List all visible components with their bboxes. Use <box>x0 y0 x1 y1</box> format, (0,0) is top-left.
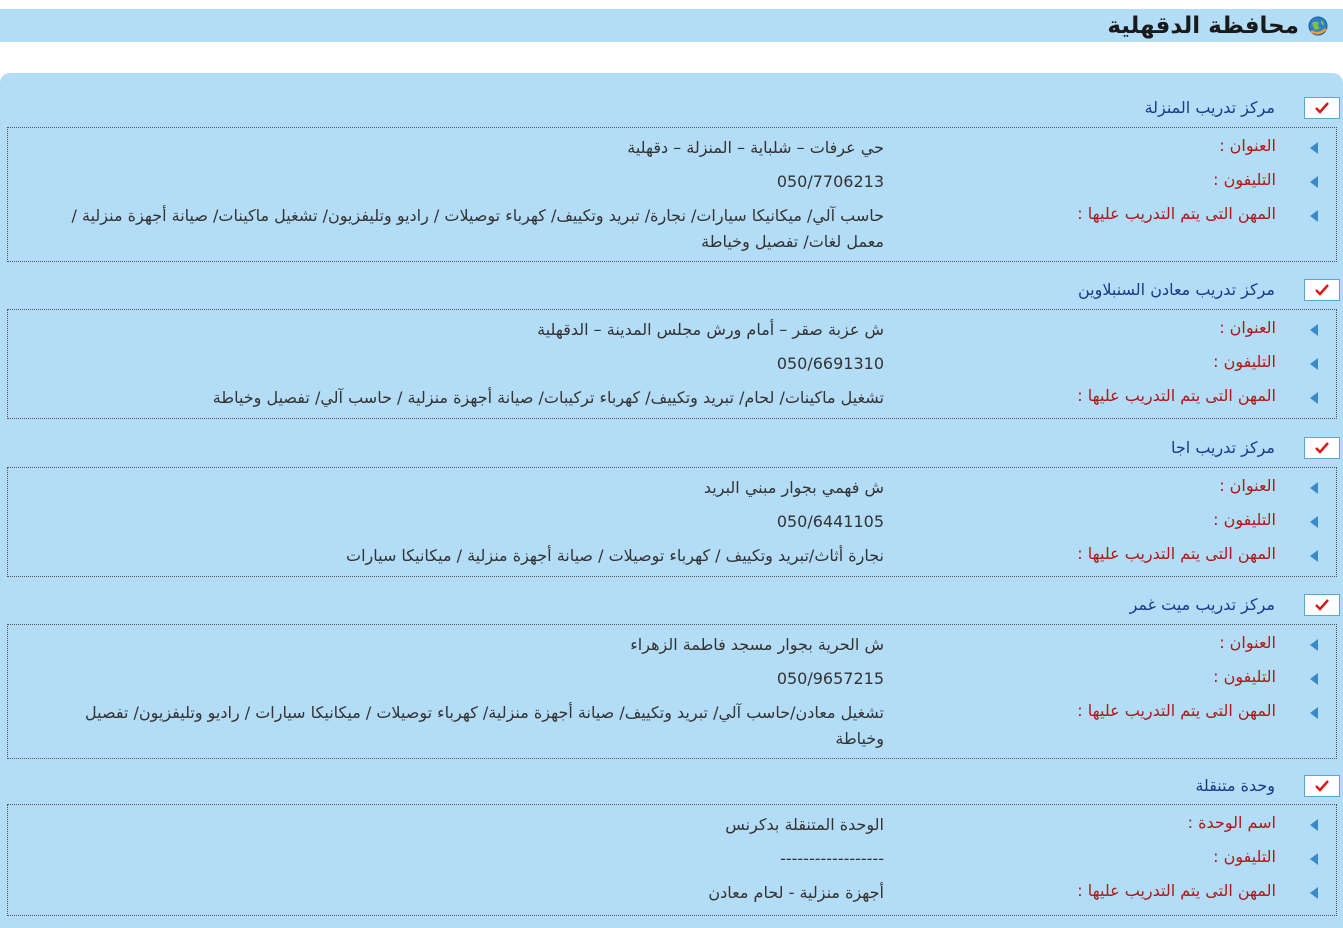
checkmark-icon <box>1304 97 1340 119</box>
professions-label: المهن التى يتم التدريب عليها : <box>1077 386 1276 405</box>
phone-label: التليفون : <box>1213 847 1276 866</box>
center-name: مركز تدريب اجا <box>1171 438 1275 457</box>
arrow-left-icon <box>1310 210 1318 222</box>
professions-value: تشغيل ماكينات/ لحام/ تبريد وتكييف/ كهربا… <box>212 388 884 407</box>
phone-row: التليفون : 050/9657215 <box>8 666 1336 692</box>
center-name: مركز تدريب ميت غمر <box>1129 595 1275 614</box>
professions-row: المهن التى يتم التدريب عليها : حاسب آلي/… <box>8 203 1336 251</box>
phone-row: التليفون : 050/6691310 <box>8 351 1336 377</box>
centers-panel: مركز تدريب المنزلة العنوان : حي عرفات – … <box>0 73 1343 928</box>
checkmark-icon <box>1304 775 1340 797</box>
professions-row: المهن التى يتم التدريب عليها : تشغيل ماك… <box>8 385 1336 411</box>
center-details: العنوان : حي عرفات – شلباية – المنزلة – … <box>7 127 1337 262</box>
address-label: العنوان : <box>1219 476 1276 495</box>
phone-row: التليفون : 050/6441105 <box>8 509 1336 535</box>
address-value: حي عرفات – شلباية – المنزلة – دقهلية <box>627 138 884 157</box>
address-row: العنوان : ش عزبة صقر – أمام ورش مجلس الم… <box>8 317 1336 343</box>
address-label: العنوان : <box>1219 136 1276 155</box>
professions-label: المهن التى يتم التدريب عليها : <box>1077 881 1276 900</box>
phone-label: التليفون : <box>1213 667 1276 686</box>
arrow-left-icon <box>1310 358 1318 370</box>
arrow-left-icon <box>1310 176 1318 188</box>
arrow-left-icon <box>1310 550 1318 562</box>
arrow-left-icon <box>1310 516 1318 528</box>
phone-value: ------------------ <box>780 849 884 868</box>
professions-value: نجارة أثاث/تبريد وتكييف / كهرباء توصيلات… <box>346 546 884 565</box>
professions-row: المهن التى يتم التدريب عليها : نجارة أثا… <box>8 543 1336 569</box>
address-row: العنوان : ش فهمي بجوار مبني البريد <box>8 475 1336 501</box>
phone-row: التليفون : ------------------ <box>8 846 1336 872</box>
arrow-left-icon <box>1310 639 1318 651</box>
page-title-bar: محافظة الدقهلية <box>0 9 1343 42</box>
address-label: العنوان : <box>1219 318 1276 337</box>
phone-label: التليفون : <box>1213 170 1276 189</box>
arrow-left-icon <box>1310 707 1318 719</box>
address-value: ش الحرية بجوار مسجد فاطمة الزهراء <box>630 635 884 654</box>
center-header: مركز تدريب اجا <box>0 435 1343 465</box>
phone-label: التليفون : <box>1213 352 1276 371</box>
address-label: العنوان : <box>1219 633 1276 652</box>
professions-label: المهن التى يتم التدريب عليها : <box>1077 204 1276 223</box>
center-details: العنوان : ش فهمي بجوار مبني البريد التلي… <box>7 467 1337 577</box>
professions-label: المهن التى يتم التدريب عليها : <box>1077 544 1276 563</box>
professions-value: أجهزة منزلية - لحام معادن <box>708 883 884 902</box>
unit-name-value: الوحدة المتنقلة بدكرنس <box>725 815 884 834</box>
professions-label: المهن التى يتم التدريب عليها : <box>1077 701 1276 720</box>
center-details: العنوان : ش الحرية بجوار مسجد فاطمة الزه… <box>7 624 1337 759</box>
professions-row: المهن التى يتم التدريب عليها : تشغيل معا… <box>8 700 1336 748</box>
center-details: العنوان : ش عزبة صقر – أمام ورش مجلس الم… <box>7 309 1337 419</box>
checkmark-icon <box>1304 279 1340 301</box>
phone-row: التليفون : 050/7706213 <box>8 169 1336 195</box>
arrow-left-icon <box>1310 142 1318 154</box>
checkmark-icon <box>1304 437 1340 459</box>
arrow-left-icon <box>1310 853 1318 865</box>
professions-row: المهن التى يتم التدريب عليها : أجهزة منز… <box>8 880 1336 906</box>
phone-label: التليفون : <box>1213 510 1276 529</box>
arrow-left-icon <box>1310 673 1318 685</box>
mobile-unit-name: وحدة متنقلة <box>1195 776 1275 795</box>
center-header: مركز تدريب المنزلة <box>0 95 1343 125</box>
phone-value: 050/6691310 <box>776 354 884 373</box>
globe-icon <box>1307 15 1329 37</box>
address-value: ش فهمي بجوار مبني البريد <box>703 478 884 497</box>
phone-value: 050/9657215 <box>776 669 884 688</box>
center-name: مركز تدريب معادن السنبلاوين <box>1077 280 1275 299</box>
phone-value: 050/6441105 <box>776 512 884 531</box>
arrow-left-icon <box>1310 482 1318 494</box>
arrow-left-icon <box>1310 819 1318 831</box>
arrow-left-icon <box>1310 392 1318 404</box>
professions-value: تشغيل معادن/حاسب آلي/ تبريد وتكييف/ صيان… <box>85 703 884 748</box>
center-name: مركز تدريب المنزلة <box>1144 98 1275 117</box>
arrow-left-icon <box>1310 324 1318 336</box>
center-header: مركز تدريب ميت غمر <box>0 592 1343 622</box>
arrow-left-icon <box>1310 887 1318 899</box>
professions-value: حاسب آلي/ ميكانيكا سيارات/ نجارة/ تبريد … <box>71 206 884 251</box>
address-value: ش عزبة صقر – أمام ورش مجلس المدينة – الد… <box>537 320 884 339</box>
address-row: العنوان : ش الحرية بجوار مسجد فاطمة الزه… <box>8 632 1336 658</box>
mobile-unit-details: اسم الوحدة : الوحدة المتنقلة بدكرنس التل… <box>7 804 1337 916</box>
phone-value: 050/7706213 <box>776 172 884 191</box>
unit-name-label: اسم الوحدة : <box>1187 813 1276 832</box>
checkmark-icon <box>1304 594 1340 616</box>
address-row: العنوان : حي عرفات – شلباية – المنزلة – … <box>8 135 1336 161</box>
center-header: مركز تدريب معادن السنبلاوين <box>0 277 1343 307</box>
center-header: وحدة متنقلة <box>0 773 1343 803</box>
unit-name-row: اسم الوحدة : الوحدة المتنقلة بدكرنس <box>8 812 1336 838</box>
page-title: محافظة الدقهلية <box>1107 12 1299 39</box>
